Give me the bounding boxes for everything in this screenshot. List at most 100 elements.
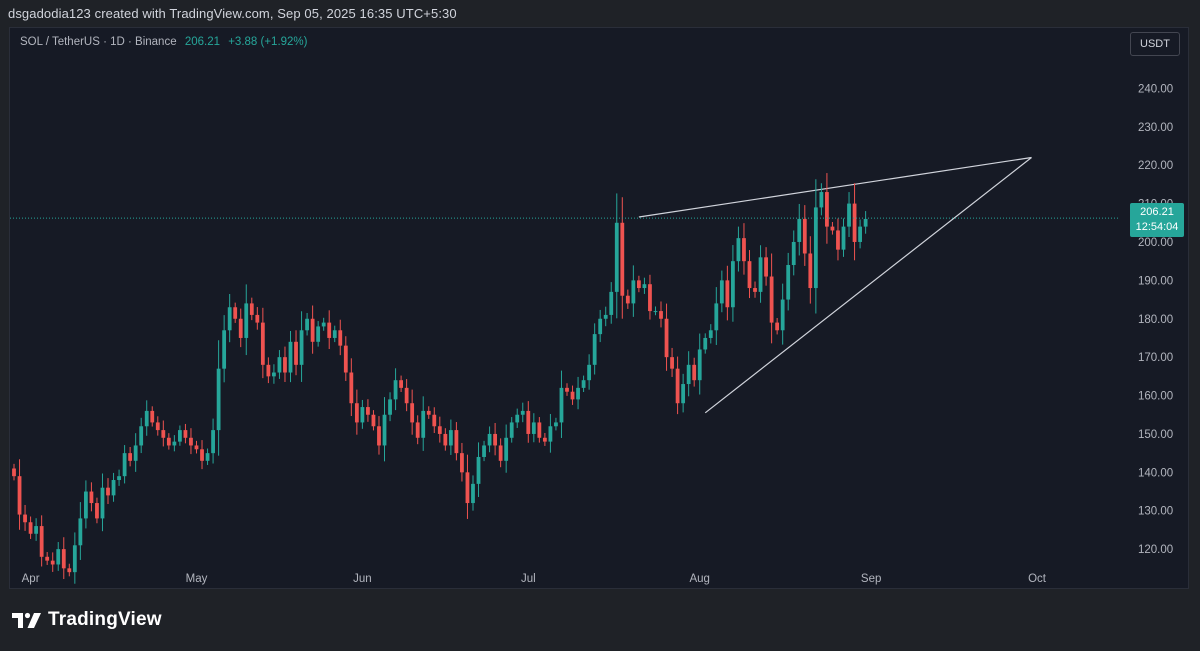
candle: [825, 173, 829, 244]
candle: [39, 515, 44, 567]
bar-countdown: 12:54:04: [1135, 221, 1179, 234]
candle: [570, 385, 575, 405]
candle: [609, 282, 614, 324]
price-tick-label: 140.00: [1138, 467, 1173, 479]
candle: [758, 245, 763, 303]
symbol-legend: SOL / TetherUS · 1D · Binance 206.21 +3.…: [20, 36, 307, 48]
candle: [603, 306, 608, 327]
candle: [200, 440, 204, 470]
candle: [686, 351, 691, 397]
candle: [343, 336, 348, 381]
candle: [166, 433, 171, 450]
candle: [122, 445, 127, 484]
candle: [404, 379, 409, 412]
chart-panel[interactable]: 240.00230.00220.00210.00200.00190.00180.…: [9, 27, 1189, 589]
candle: [863, 211, 868, 234]
candle: [697, 333, 702, 395]
price-tick-label: 230.00: [1138, 122, 1173, 134]
candle: [266, 357, 271, 384]
price-tick-label: 180.00: [1138, 314, 1173, 326]
tradingview-brand[interactable]: TradingView: [12, 609, 162, 631]
candle: [520, 402, 525, 423]
candle: [388, 392, 392, 422]
candle: [747, 250, 752, 299]
candle: [377, 416, 381, 455]
candle: [664, 303, 669, 371]
candle: [426, 406, 431, 419]
candle: [554, 417, 558, 431]
candle: [28, 516, 33, 539]
candle: [283, 346, 287, 383]
candle: [565, 383, 569, 396]
candle: [83, 480, 88, 529]
lower-trendline: [704, 157, 1032, 414]
candle: [681, 373, 686, 413]
candle: [95, 497, 99, 524]
price-tick-label: 150.00: [1138, 429, 1173, 441]
candle: [791, 230, 796, 276]
candle: [133, 433, 138, 472]
candle: [56, 542, 61, 571]
candle: [813, 179, 818, 314]
candle: [316, 321, 321, 347]
price-tick-label: 130.00: [1138, 506, 1173, 518]
candle: [509, 417, 514, 443]
candle: [244, 284, 249, 356]
candle: [487, 426, 492, 453]
candle: [703, 333, 708, 354]
candle: [581, 375, 586, 393]
candle: [636, 275, 641, 293]
candle: [161, 420, 166, 447]
candle: [371, 410, 376, 431]
candle: [708, 324, 713, 344]
candle: [299, 311, 304, 382]
candle: [852, 183, 857, 261]
candle: [227, 293, 232, 343]
candle: [498, 438, 503, 468]
candle: [222, 315, 227, 383]
tradingview-logo-icon: [12, 612, 41, 628]
rising-wedge-drawing: [638, 156, 1032, 414]
candle: [559, 370, 564, 438]
candle: [366, 399, 370, 422]
candlestick-chart[interactable]: 240.00230.00220.00210.00200.00190.00180.…: [10, 28, 1190, 590]
candle: [172, 435, 177, 452]
candle: [614, 193, 619, 319]
candle: [454, 422, 459, 461]
candle: [354, 389, 359, 435]
candle: [111, 472, 116, 502]
currency-button[interactable]: USDT: [1130, 32, 1180, 56]
candle: [448, 419, 453, 455]
candle: [531, 413, 536, 443]
candle: [144, 400, 149, 436]
candle: [443, 428, 448, 451]
candle: [421, 396, 426, 451]
brand-name: TradingView: [48, 609, 162, 630]
candle: [233, 302, 238, 323]
candle: [260, 307, 265, 379]
candle: [786, 252, 791, 311]
symbol-title: SOL / TetherUS · 1D · Binance: [20, 36, 177, 48]
candle: [769, 253, 774, 344]
price-tick-label: 220.00: [1138, 160, 1173, 172]
candle: [205, 448, 210, 465]
candle: [139, 417, 144, 454]
candle: [117, 469, 121, 486]
candle: [272, 364, 276, 384]
time-tick-label: Jun: [353, 573, 372, 585]
candle: [106, 478, 110, 505]
candle: [742, 223, 746, 275]
candle: [515, 408, 520, 428]
time-tick-label: Apr: [22, 573, 40, 585]
candle: [471, 475, 475, 511]
candle: [410, 389, 415, 435]
candle: [775, 317, 780, 335]
last-price-tag: 206.21 12:54:04: [1130, 203, 1184, 238]
candle: [216, 340, 221, 456]
candle: [736, 226, 741, 272]
candle: [841, 218, 846, 257]
candle: [714, 287, 719, 345]
candle: [482, 440, 486, 462]
candle: [178, 425, 182, 446]
candle: [155, 416, 160, 436]
